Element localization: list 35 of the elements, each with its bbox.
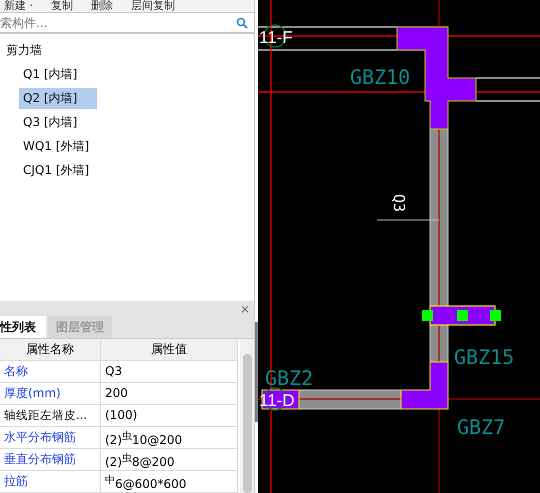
toolbar-button[interactable]: 删除 [91,0,113,12]
table-cell: 垂直分布钢筋 [0,449,101,472]
splitter-handle[interactable] [255,322,258,422]
column-label: GBZ15 [454,345,514,369]
tree-item[interactable]: Q3 [内墙] [19,112,82,134]
tree-item[interactable]: Q1 [内墙] [19,64,82,86]
column-label: GBZ7 [457,415,506,439]
table-cell: $^{中}$6@600*600 [101,471,238,493]
table-cell: 200 [101,383,238,404]
column-label: GBZ10 [350,65,410,89]
wall-label: Q3 [390,194,408,212]
table-cell: 厚度(mm) [0,383,101,404]
toolbar-button[interactable]: 新建 · [4,0,33,12]
selected-column[interactable] [422,305,501,326]
table-cell: (100) [101,405,238,426]
table-cell: Q3 [101,361,238,382]
tree-item[interactable]: CJQ1 [外墙] [19,160,94,182]
close-button[interactable]: × [240,302,250,314]
table-cell: (2)$^{虫}$8@200 [101,449,238,472]
search-icon [236,16,248,29]
table-cell: 拉筋 [0,471,101,493]
table-cell: 轴线距左墙皮... [0,405,101,426]
tree-item[interactable]: 剪力墙 [2,40,46,62]
column-shape [400,362,448,410]
scrollbar[interactable] [240,339,254,493]
column-header: 属性名称 [0,339,101,360]
toolbar-button[interactable]: 复制 [51,0,73,12]
tree-item[interactable]: Q2 [内墙] [19,88,98,110]
table-cell: 水平分布钢筋 [0,427,101,450]
search-field[interactable]: 索构件... [0,16,236,30]
toolbar-button[interactable]: 层间复制 [131,0,175,12]
column-header: 属性值 [101,339,238,360]
table-cell: 名称 [0,361,101,382]
table-cell: (2)$^{虫}$10@200 [101,427,238,450]
tree-item[interactable]: WQ1 [外墙] [19,136,94,158]
